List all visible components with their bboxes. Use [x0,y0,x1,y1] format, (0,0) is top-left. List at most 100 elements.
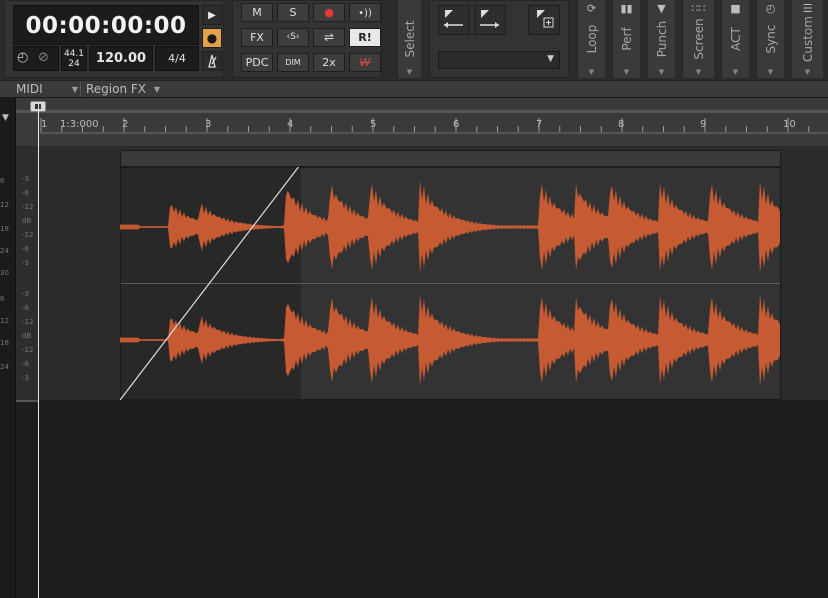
chevron-down-icon: ▼ [695,68,702,76]
midi-menu-label: MIDI [16,82,43,96]
db-scale-label: -3 [22,374,29,382]
db-scale-label: -6 [22,360,29,368]
waveform [120,167,780,400]
double-speed-button[interactable]: 2x [313,53,345,72]
tab-act-label: ACT [728,27,743,51]
chevron-down-icon: ▼ [804,68,811,76]
input-echo-button[interactable]: •)) [349,3,381,22]
measure-3-label: 3 [205,119,212,130]
swap-icon: ⇌ [323,30,335,44]
link-off-icon: ⊘ [38,50,49,65]
db-scale-label: -12 [22,318,34,326]
db-scale-label: -3 [22,259,29,267]
db-scale-label: -12 [22,203,34,211]
waveform-channel [120,180,780,274]
tempo-display[interactable]: 120.00 [89,46,153,71]
clip-menu-bar: MIDI ▼ Region FX ▼ [0,80,828,98]
play-icon: ▶ [208,10,216,21]
record-button[interactable]: ● [313,3,345,22]
time-display[interactable]: 00:00:00:00 [13,5,199,45]
chevron-down-icon: ▼ [406,68,413,76]
read-all-button[interactable]: R! [349,28,381,47]
nudge-right-button[interactable] [474,5,506,35]
tab-act[interactable]: ■ ACT ▼ [721,0,749,78]
lock-icon: ■ [730,2,741,15]
solo-button[interactable]: S [277,3,309,22]
solo-override-button[interactable]: ‹S› [277,28,309,47]
measure-9-label: 9 [700,119,707,130]
toolbar: 00:00:00:00 ◴ ⊘ 44.1 24 120.00 4/4 ▶ ● M… [0,0,828,80]
db-scale: -3 -6 -12 dB -12 -6 -3 -3 -6 -12 dB -12 -6 -3 [22,176,38,386]
record-icon: ● [324,6,334,19]
tab-perf[interactable]: ▮▮ Perf ▼ [612,0,640,78]
bar-graph-icon: ▮▮ [620,2,633,15]
measure-10-label: 10 [783,119,796,130]
nudge-right-icon [480,10,499,28]
waveform-channel [120,293,780,387]
db-scale-label: -12 [22,346,34,354]
now-time-label: 1:3:000 [60,119,99,130]
metronome-button[interactable] [202,51,222,71]
measure-7-label: 7 [536,119,543,130]
db-scale-label: -6 [22,189,29,197]
measure-5-label: 5 [370,119,377,130]
db-scale-label: -3 [22,290,29,298]
measure-8-label: 8 [618,119,625,130]
snap-dropdown[interactable]: ▼ [438,51,560,69]
transport-module: 00:00:00:00 ◴ ⊘ 44.1 24 120.00 4/4 ▶ ● [4,0,224,78]
write-button[interactable]: W [349,53,381,72]
measure-1-label: 1 [41,119,48,130]
tab-punch-label: Punch [654,20,669,58]
db-scale-label: dB [22,332,32,340]
add-icon [537,10,554,28]
play-button[interactable]: ▶ [202,5,222,25]
meter-display[interactable]: 4/4 [155,46,199,71]
measure-4-label: 4 [287,119,294,130]
tab-screen[interactable]: ∷∷ Screen ▼ [682,0,714,78]
chevron-down-icon: ▼ [732,68,739,76]
clock-sync-icon: ◴ [17,50,29,65]
sample-rate-display[interactable]: 44.1 24 [61,46,87,71]
mix-module: M S ● •)) FX ‹S› ⇌ R! PDC DIM 2x W [232,0,382,78]
echo-icon: •)) [358,8,372,19]
chevron-down-icon: ▼ [71,85,78,94]
chevron-down-icon: ▼ [767,68,774,76]
tab-perf-label: Perf [619,27,634,51]
bit-depth: 24 [68,59,80,69]
menu-icon: ☰ [802,2,813,15]
db-scale-label: -6 [22,304,29,312]
dim-button[interactable]: DIM [277,53,309,72]
tab-sync[interactable]: ◴ Sync ▼ [756,0,784,78]
mute-button[interactable]: M [241,3,273,22]
nudge-left-icon [444,10,463,28]
chevron-down-icon: ▼ [588,68,595,76]
select-label: Select [402,20,417,58]
chevron-down-icon: ▼ [547,54,554,64]
select-tab[interactable]: Select ▼ [397,0,421,78]
tab-custom[interactable]: ☰ Custom ▼ [791,0,823,78]
chevron-down-icon: ▼ [153,85,160,94]
tab-punch[interactable]: ▼ Punch ▼ [647,0,675,78]
clock-icon: ◴ [765,2,776,15]
tab-loop[interactable]: ⟳ Loop ▼ [577,0,605,78]
tab-loop-label: Loop [584,24,599,54]
add-marker-button[interactable] [528,5,560,35]
track-resize-handle[interactable] [16,400,38,402]
sync-icons[interactable]: ◴ ⊘ [13,46,59,71]
fx-button[interactable]: FX [241,28,273,47]
swap-button[interactable]: ⇌ [313,28,345,47]
record-dot-icon: ● [206,31,218,45]
db-scale-label: -6 [22,245,29,253]
now-time-cursor [38,104,39,598]
region-fx-menu[interactable]: Region FX ▼ [86,81,162,98]
nudge-left-button[interactable] [438,5,470,35]
sample-rate: 44.1 [63,49,85,59]
divider [80,82,81,97]
loop-icon: ⟳ [586,2,597,15]
db-scale-label: -3 [22,175,29,183]
record-arm-button[interactable]: ● [202,28,222,48]
chevron-down-icon: ▼ [658,68,665,76]
clip-header[interactable] [120,150,781,167]
midi-menu[interactable]: MIDI ▼ [16,81,80,98]
pdc-button[interactable]: PDC [241,53,273,72]
